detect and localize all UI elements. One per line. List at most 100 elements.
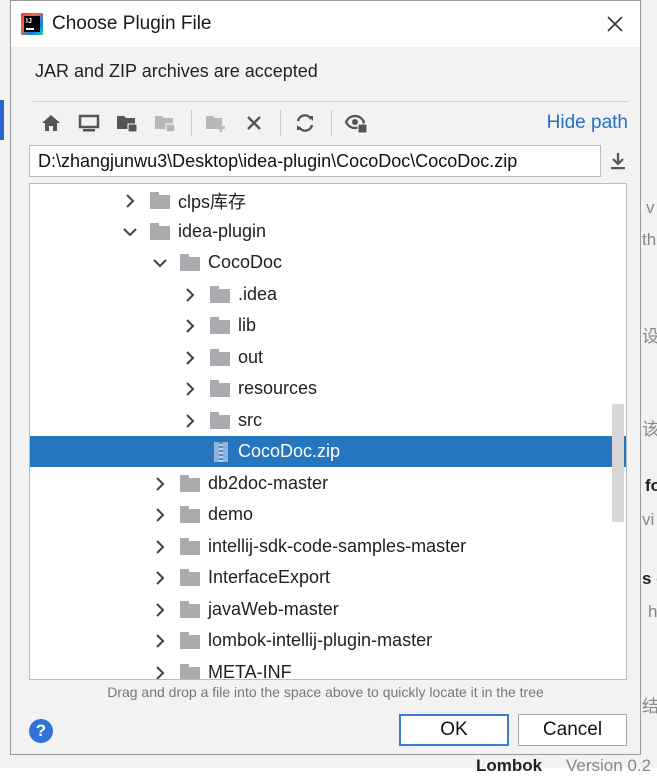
show-hidden-icon [344,114,368,134]
folder-icon [210,316,232,335]
chevron-right-icon[interactable] [152,633,168,649]
tree-row-lib[interactable]: lib [30,310,626,341]
tree-row-resources[interactable]: resources [30,373,626,404]
tree-row-label: idea-plugin [178,221,267,241]
delete-button[interactable] [238,107,270,139]
folder-icon [210,285,232,304]
tree-row-interfaceexport[interactable]: InterfaceExport [30,562,626,593]
folder-icon [150,191,172,210]
intellij-logo-icon: IJ [21,13,43,35]
chevron-right-icon[interactable] [182,381,198,397]
new-folder-icon [206,116,225,132]
home-icon [42,115,60,131]
background-text: fo [645,476,657,495]
tree-scrollbar[interactable] [612,404,624,522]
chevron-down-icon[interactable] [122,224,138,240]
chevron-right-icon[interactable] [182,413,198,429]
background-text: 设 [642,327,657,346]
tree-row-out[interactable]: out [30,342,626,373]
background-accent [0,100,4,140]
tree-row-label: out [238,347,264,367]
dialog-title: Choose Plugin File [52,13,212,34]
tree-row-clps[interactable]: clps库存 [30,185,626,216]
ok-button[interactable]: OK [399,714,509,746]
toolbar-divider [33,101,629,102]
folder-icon [180,568,202,587]
show-hidden-button[interactable] [340,107,372,139]
background-text: 该 [642,420,657,439]
chevron-down-icon[interactable] [152,255,168,271]
chevron-right-icon[interactable] [122,193,138,209]
background-text: v [646,198,655,217]
folder-icon [150,222,172,241]
path-input[interactable]: D:\zhangjunwu3\Desktop\idea-plugin\CocoD… [29,145,601,177]
chevron-right-icon[interactable] [182,350,198,366]
chevron-right-icon[interactable] [152,476,168,492]
tree-row-label: lib [238,315,257,335]
project-folder-icon [117,116,138,133]
tree-row-cocodoc[interactable]: CocoDoc [30,247,626,278]
folder-icon [180,631,202,650]
delete-icon [247,116,261,130]
dialog-description: JAR and ZIP archives are accepted [35,61,318,81]
tree-row-label: javaWeb-master [208,599,339,619]
new-folder-button[interactable] [200,107,232,139]
tree-row-label: src [238,410,262,430]
tree-row-lombok[interactable]: lombok-intellij-plugin-master [30,625,626,656]
background-text: 结 [642,697,657,716]
tree-row-javaweb[interactable]: javaWeb-master [30,594,626,625]
tree-row-src[interactable]: src [30,405,626,436]
chevron-right-icon[interactable] [152,665,168,679]
help-icon: ? [35,721,47,740]
background-text: vi [642,510,655,529]
tree-row-label: InterfaceExport [208,567,331,587]
desktop-icon [78,114,100,132]
chevron-right-icon[interactable] [152,602,168,618]
close-button[interactable] [602,11,628,37]
toolbar-separator [280,110,281,136]
cancel-button[interactable]: Cancel [518,714,627,746]
desktop-button[interactable] [73,107,105,139]
close-icon [607,16,623,32]
module-folder-icon [155,116,176,133]
tree-row-label: META-INF [208,662,292,680]
tree-row-label: demo [208,504,254,524]
tree-row-demo[interactable]: demo [30,499,626,530]
chevron-right-icon[interactable] [152,539,168,555]
chevron-right-icon[interactable] [182,318,198,334]
zip-archive-icon [214,441,228,462]
tree-row-label: intellij-sdk-code-samples-master [208,536,467,556]
tree-row-label: db2doc-master [208,473,329,493]
download-arrow-icon [611,153,625,170]
chevron-right-icon[interactable] [182,287,198,303]
tree-row-label: CocoDoc [208,252,283,272]
project-folder-button[interactable] [111,107,143,139]
folder-icon [180,663,202,679]
file-chooser-toolbar [35,105,378,141]
refresh-button[interactable] [289,107,321,139]
folder-icon [180,505,202,524]
folder-icon [180,537,202,556]
tree-row-db2doc[interactable]: db2doc-master [30,468,626,499]
tree-row-label: .idea [238,284,278,304]
tree-row-intellij-sdk[interactable]: intellij-sdk-code-samples-master [30,531,626,562]
file-tree[interactable]: clps库存 idea-plugin CocoDoc .idea lib out [29,183,627,680]
help-button[interactable]: ? [29,719,53,743]
tree-row-cocodoc-zip[interactable]: CocoDoc.zip [30,436,626,467]
title-bar: IJ Choose Plugin File [11,1,640,47]
tree-row-meta-inf[interactable]: META-INF [30,657,626,680]
module-folder-button[interactable] [149,107,181,139]
tree-row-label: lombok-intellij-plugin-master [208,630,433,650]
chevron-right-icon[interactable] [152,507,168,523]
home-button[interactable] [35,107,67,139]
folder-icon [180,474,202,493]
tree-row-idea-plugin[interactable]: idea-plugin [30,216,626,247]
tree-row-label: clps库存 [178,191,247,212]
background-text: Lombok [476,756,543,775]
background-text: Version 0.2 [566,756,652,775]
tree-row-idea[interactable]: .idea [30,279,626,310]
hide-path-link[interactable]: Hide path [547,112,628,134]
chevron-right-icon[interactable] [152,570,168,586]
path-history-button[interactable] [605,147,631,175]
folder-icon [180,600,202,619]
